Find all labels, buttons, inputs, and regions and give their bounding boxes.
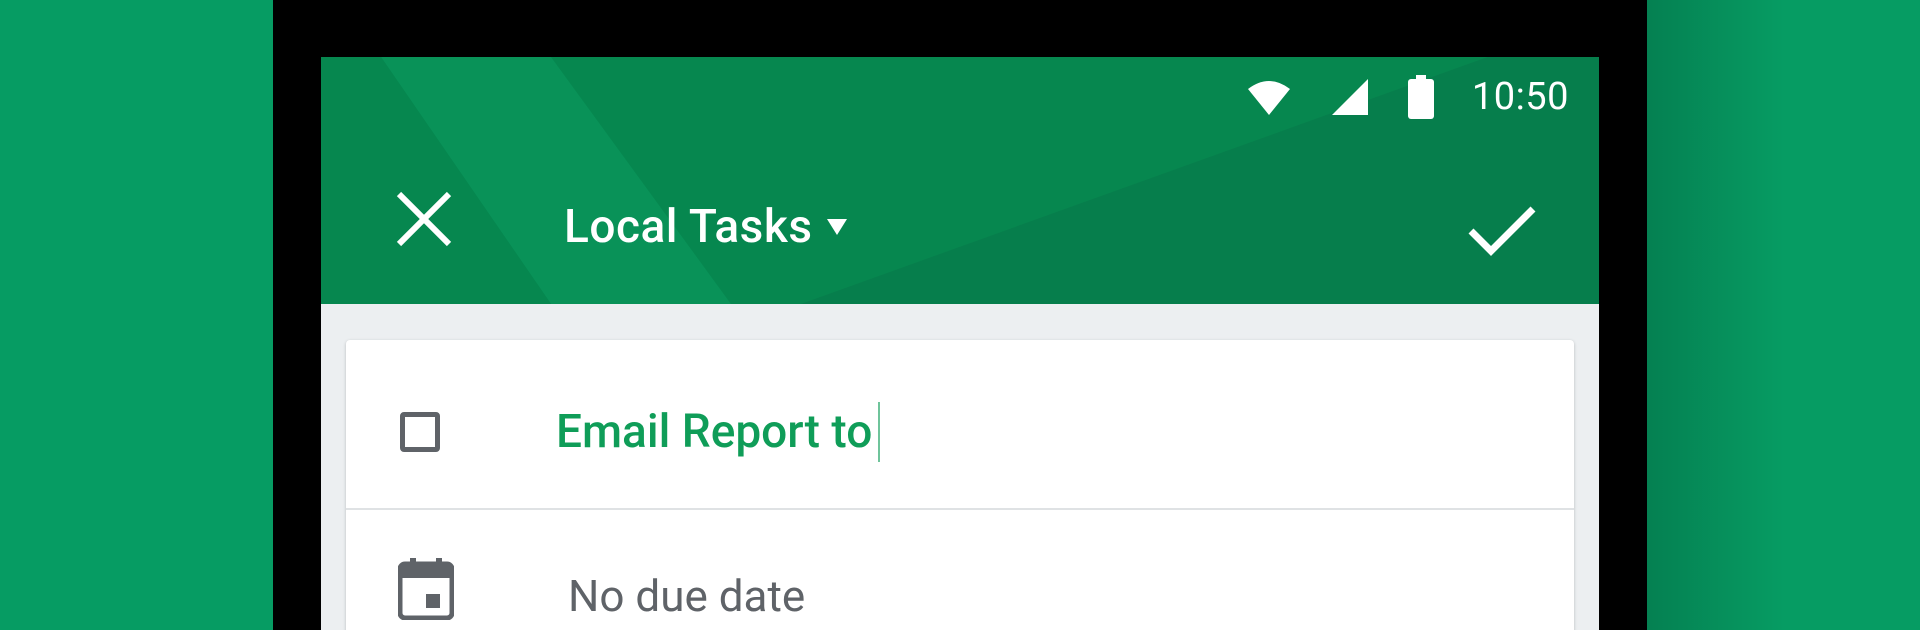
wifi-icon bbox=[1247, 81, 1290, 115]
phone-frame: 10:50 Local Tasks Email Report to No due… bbox=[273, 0, 1647, 630]
app-screen: 10:50 Local Tasks Email Report to No due… bbox=[321, 57, 1599, 630]
background-shadow bbox=[1645, 0, 1785, 630]
task-title-input[interactable]: Email Report to bbox=[556, 402, 881, 462]
check-icon bbox=[1468, 206, 1536, 256]
close-button[interactable] bbox=[389, 184, 459, 254]
status-time: 10:50 bbox=[1471, 75, 1569, 119]
save-button[interactable] bbox=[1461, 187, 1541, 267]
task-list-name: Local Tasks bbox=[564, 200, 813, 254]
status-bar: 10:50 bbox=[1246, 75, 1569, 119]
text-cursor bbox=[878, 402, 881, 462]
cellular-signal-icon bbox=[1331, 79, 1368, 115]
app-bar: 10:50 Local Tasks bbox=[321, 57, 1599, 304]
battery-icon bbox=[1407, 75, 1434, 119]
due-date-label: No due date bbox=[568, 570, 806, 622]
task-list-selector[interactable]: Local Tasks bbox=[564, 197, 847, 257]
close-icon bbox=[396, 191, 452, 247]
task-card: Email Report to No due date bbox=[346, 340, 1574, 630]
dropdown-arrow-icon bbox=[826, 219, 847, 235]
task-title-text: Email Report to bbox=[556, 405, 873, 459]
task-title-row: Email Report to bbox=[346, 340, 1574, 510]
due-date-row[interactable]: No due date bbox=[346, 510, 1574, 630]
checkbox-icon[interactable] bbox=[400, 412, 440, 452]
calendar-icon bbox=[398, 558, 454, 620]
